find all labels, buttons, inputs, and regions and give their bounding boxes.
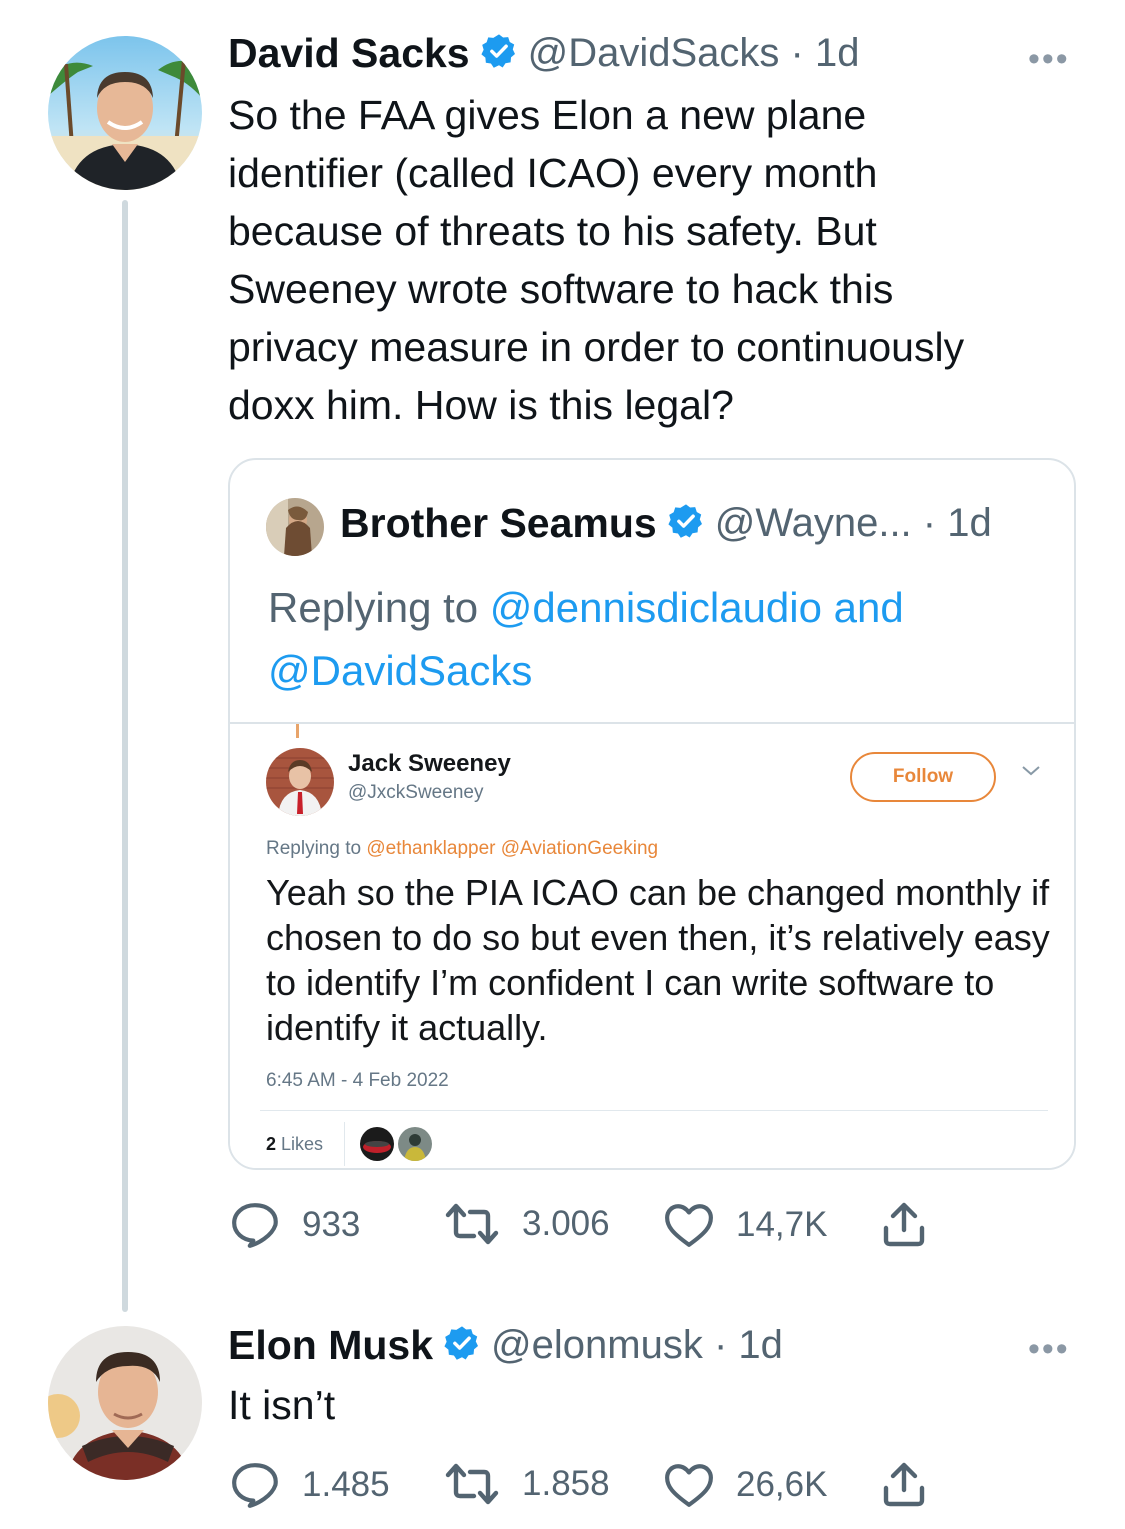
tweet1-author-name[interactable]: David Sacks <box>228 30 470 77</box>
tweet1-text-line: Sweeney wrote software to hack this <box>228 266 894 312</box>
tweet1-timestamp[interactable]: 1d <box>815 31 860 76</box>
replying-link-dennisdiclaudio[interactable]: @dennisdiclaudio and <box>490 584 904 631</box>
retweet-count: 3.006 <box>522 1204 610 1243</box>
embedded-timestamp: 6:45 AM - 4 Feb 2022 <box>266 1070 449 1091</box>
chevron-down-icon <box>1020 764 1042 783</box>
reply-button[interactable]: 933 <box>230 1202 360 1248</box>
avatar-david-sacks[interactable] <box>48 36 202 190</box>
verified-badge-icon <box>667 502 705 545</box>
dot-separator: · <box>779 31 815 75</box>
reply-icon <box>232 1463 278 1508</box>
tweet2-author-name[interactable]: Elon Musk <box>228 1322 433 1369</box>
embedded-tweet-text: Yeah so the PIA ICAO can be changed mont… <box>266 872 1050 1048</box>
replying-link-davidsacks[interactable]: @DavidSacks <box>268 647 532 694</box>
heart-icon <box>665 1464 713 1507</box>
embedded-author-handle: @JxckSweeney <box>348 782 484 803</box>
retweet-count: 1.858 <box>522 1464 610 1503</box>
tweet1-text-line: because of threats to his safety. But <box>228 208 877 254</box>
quoted-replying-to: Replying to @dennisdiclaudio and @DavidS… <box>268 576 1028 702</box>
reply-button[interactable]: 1.485 <box>230 1462 390 1508</box>
like-count: 14,7K <box>736 1205 828 1244</box>
tweet1-more-icon[interactable]: ••• <box>1028 42 1070 76</box>
retweet-button[interactable]: 1.858 <box>444 1462 610 1506</box>
tweet2-author-handle[interactable]: @elonmusk <box>491 1323 703 1368</box>
verified-badge-icon <box>480 32 518 75</box>
embedded-follow-button: Follow <box>850 752 996 802</box>
embedded-replying-prefix: Replying to <box>266 838 367 859</box>
like-button[interactable]: 14,7K <box>664 1202 827 1248</box>
embedded-replying-links: @ethanklapper @AviationGeeking <box>366 838 659 859</box>
verified-badge-icon <box>443 1324 481 1367</box>
tweet2-more-icon[interactable]: ••• <box>1028 1332 1070 1366</box>
embedded-likes: 2 Likes <box>266 1134 323 1155</box>
tweet1-text-line: privacy measure in order to continuously <box>228 324 965 370</box>
retweet-icon <box>445 1203 499 1245</box>
avatar-jack-sweeney <box>266 748 334 816</box>
dot-separator: · <box>911 501 948 545</box>
embedded-likes-separator <box>344 1122 345 1166</box>
replying-prefix: Replying to <box>268 584 490 631</box>
tweet2-timestamp[interactable]: 1d <box>738 1323 783 1368</box>
tweet1-text-line: identifier (called ICAO) every month <box>228 150 878 196</box>
liker-avatar <box>360 1127 394 1161</box>
quoted-tweet-header: Brother Seamus @Wayne... · 1d <box>340 500 992 547</box>
reply-icon <box>232 1203 278 1248</box>
share-button[interactable] <box>882 1460 926 1508</box>
embedded-divider <box>260 1110 1048 1111</box>
reply-count: 933 <box>302 1205 361 1244</box>
tweet1-text-line: So the FAA gives Elon a new plane <box>228 92 867 138</box>
avatar-elon-musk[interactable] <box>48 1326 202 1480</box>
heart-icon <box>665 1204 713 1247</box>
tweet2-text: It isn’t <box>228 1382 336 1428</box>
reply-count: 1.485 <box>302 1465 390 1504</box>
like-count: 26,6K <box>736 1465 828 1504</box>
tweet1-header: David Sacks @DavidSacks · 1d <box>228 30 859 77</box>
share-icon <box>883 1202 925 1247</box>
retweet-icon <box>445 1463 499 1505</box>
quoted-media-screenshot[interactable]: Jack Sweeney @JxckSweeney Follow Replyin… <box>230 724 1074 1168</box>
share-icon <box>883 1462 925 1507</box>
retweet-button[interactable]: 3.006 <box>444 1202 610 1246</box>
quoted-timestamp: 1d <box>947 501 992 545</box>
tweet1-text-line: doxx him. How is this legal? <box>228 382 734 428</box>
embedded-author-name: Jack Sweeney <box>348 750 511 777</box>
dot-separator: · <box>702 1323 739 1367</box>
embedded-replying-to: Replying to @ethanklapper @AviationGeeki… <box>266 838 658 860</box>
crop-mark <box>296 724 299 738</box>
thread-connector-line <box>122 200 128 1312</box>
tweet2-header: Elon Musk @elonmusk · 1d <box>228 1322 783 1369</box>
quoted-author-handle: @Wayne... <box>714 501 912 545</box>
share-button[interactable] <box>882 1200 926 1248</box>
embedded-likes-count: 2 <box>266 1134 277 1154</box>
quoted-tweet-card[interactable]: Brother Seamus @Wayne... · 1d Replying t… <box>228 458 1076 1170</box>
quoted-author-name: Brother Seamus <box>340 500 657 546</box>
liker-avatar <box>398 1127 432 1161</box>
like-button[interactable]: 26,6K <box>664 1462 827 1508</box>
embedded-likes-label: Likes <box>281 1134 324 1154</box>
avatar-brother-seamus <box>266 498 324 556</box>
tweet1-text: So the FAA gives Elon a new plane identi… <box>228 86 1108 434</box>
tweet1-author-handle[interactable]: @DavidSacks <box>528 31 780 76</box>
